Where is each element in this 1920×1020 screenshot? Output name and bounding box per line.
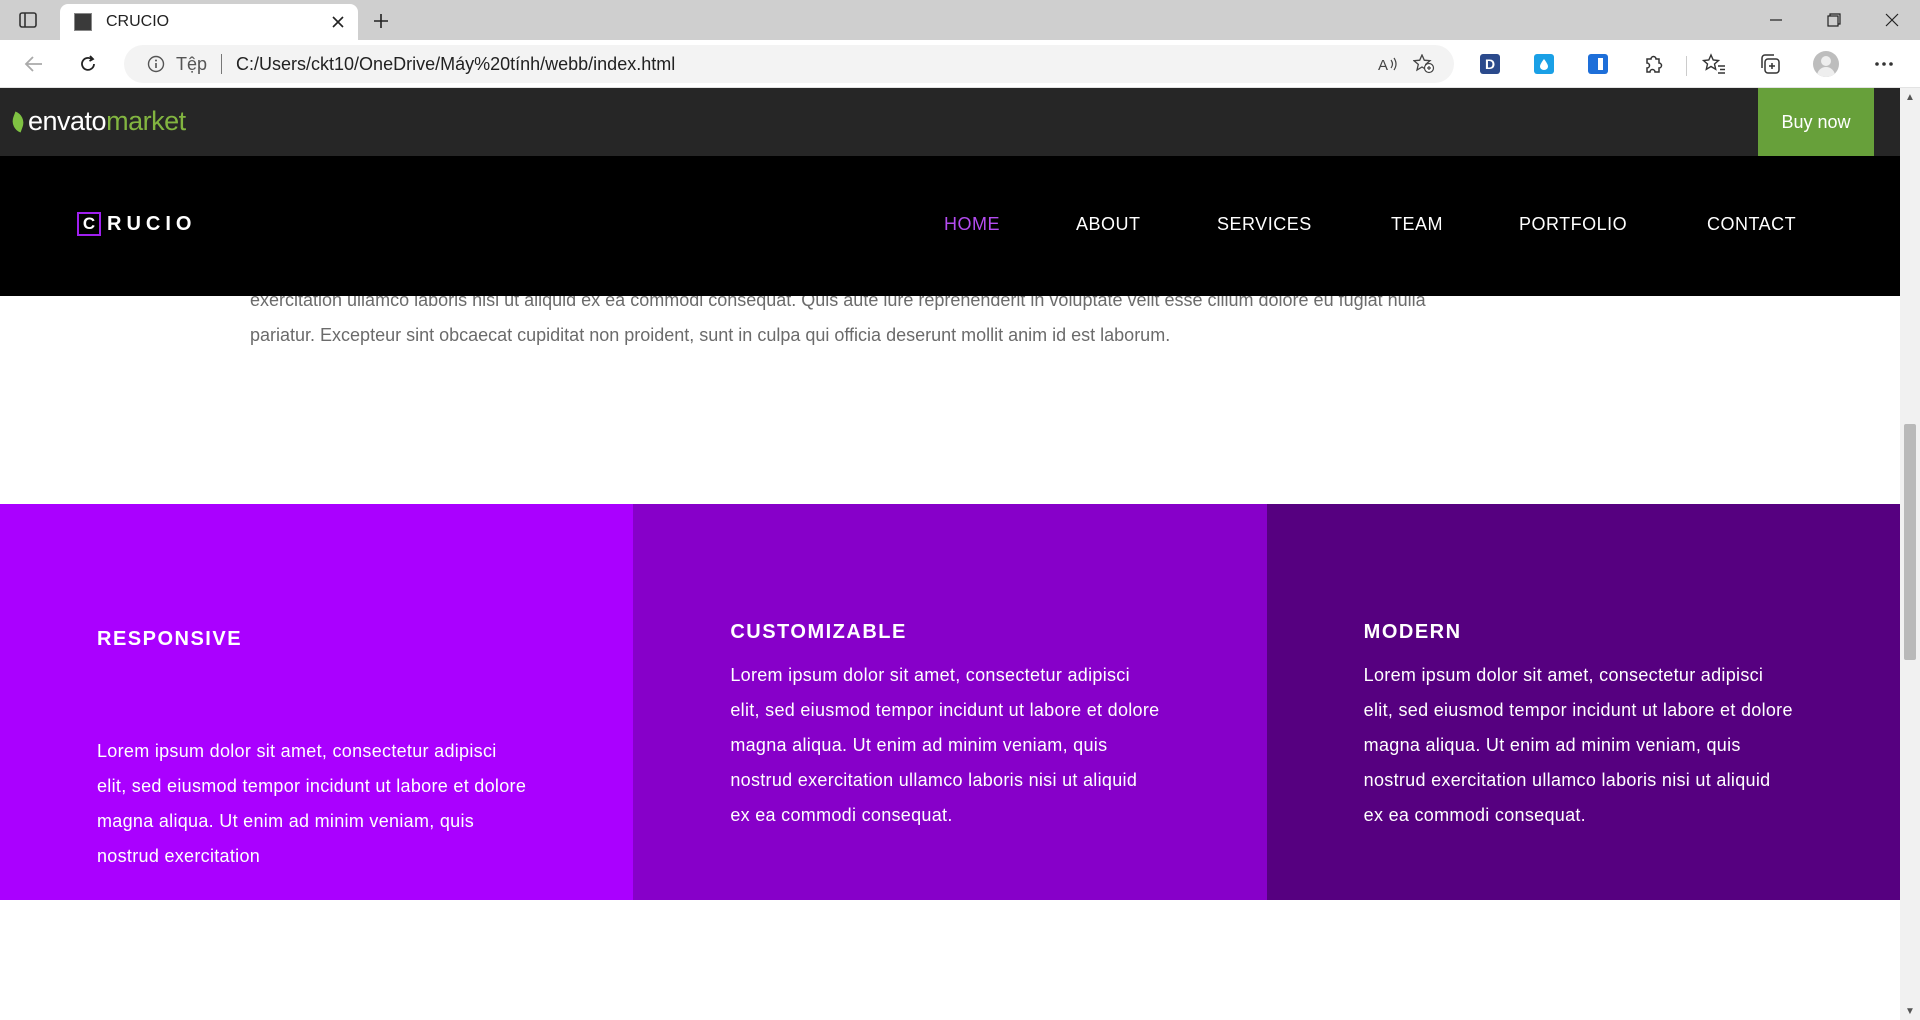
minimize-icon[interactable] [1748,0,1804,40]
extension-d-icon[interactable]: D [1472,48,1508,80]
scroll-thumb[interactable] [1904,424,1916,660]
intro-line-2: pariatur. Excepteur sint obcaecat cupidi… [250,325,1171,345]
close-window-icon[interactable] [1864,0,1920,40]
nav-home[interactable]: HOME [944,214,1000,235]
feature-title: MODERN [1363,621,1462,643]
restore-icon[interactable] [1806,0,1862,40]
site-header: C RUCIO HOME ABOUT SERVICES TEAM PORTFOL… [0,156,1900,296]
more-menu-icon[interactable] [1866,48,1902,80]
feature-responsive: RESPONSIVE Lorem ipsum dolor sit amet, c… [0,504,634,900]
envato-logo-text: envato [28,106,107,136]
drop-badge [1534,54,1554,74]
feature-text: Lorem ipsum dolor sit amet, consectetur … [1363,665,1793,825]
browser-tab-bar: CRUCIO [0,0,1920,40]
feature-text: Lorem ipsum dolor sit amet, consectetur … [730,665,1160,825]
envato-leaf-icon [9,110,27,133]
page-scrollbar[interactable]: ▲ ▼ [1900,88,1920,1020]
tab-title: CRUCIO [106,13,170,30]
browser-tab[interactable]: CRUCIO [60,4,358,40]
address-separator [221,54,223,74]
envato-bar: envato market Buy now [0,88,1900,156]
nav-contact[interactable]: CONTACT [1707,214,1796,235]
extensions-puzzle-icon[interactable] [1636,48,1672,80]
feature-title: CUSTOMIZABLE [730,621,907,643]
toolbar-separator [1686,56,1687,76]
features-section: RESPONSIVE Lorem ipsum dolor sit amet, c… [0,504,1900,900]
add-favorite-icon[interactable] [1406,48,1442,80]
logo-letter: C [77,212,101,236]
reload-icon[interactable] [70,48,106,80]
logo-text: RUCIO [107,212,197,235]
nav-team[interactable]: TEAM [1391,214,1443,235]
info-icon[interactable] [146,54,166,74]
collections-icon[interactable] [1752,48,1788,80]
feature-customizable: CUSTOMIZABLE Lorem ipsum dolor sit amet,… [633,504,1267,900]
svg-text:A: A [1378,57,1388,73]
profile-avatar [1813,51,1839,77]
envato-market-logo[interactable]: envato market [9,106,186,137]
favorites-icon[interactable] [1696,48,1732,80]
address-bar[interactable]: Tệp C:/Users/ckt10/OneDrive/Máy%20tính/w… [124,45,1454,83]
feature-text: Lorem ipsum dolor sit amet, consectetur … [97,741,527,866]
browser-toolbar: Tệp C:/Users/ckt10/OneDrive/Máy%20tính/w… [0,40,1920,88]
back-icon[interactable] [16,48,52,80]
close-tab-icon[interactable] [324,8,352,36]
crucio-logo[interactable]: C RUCIO [77,212,196,236]
extension-drop-icon[interactable] [1526,48,1562,80]
feature-title: RESPONSIVE [97,628,243,650]
read-aloud-icon[interactable]: A [1370,48,1406,80]
scroll-up-icon[interactable]: ▲ [1900,88,1920,106]
market-logo-text: market [106,106,186,136]
site-label: Tệp [176,53,208,74]
profile-icon[interactable] [1808,48,1844,80]
page-viewport: exercitation ullamco laboris nisi ut ali… [0,88,1900,1020]
nav-services[interactable]: SERVICES [1217,214,1312,235]
buy-now-button[interactable]: Buy now [1758,88,1874,156]
feature-modern: MODERN Lorem ipsum dolor sit amet, conse… [1266,504,1900,900]
site-favicon-icon [74,13,92,31]
book-badge [1588,54,1608,74]
nav-portfolio[interactable]: PORTFOLIO [1519,214,1627,235]
extension-book-icon[interactable] [1580,48,1616,80]
tab-actions-icon[interactable] [14,8,42,32]
url-text[interactable]: C:/Users/ckt10/OneDrive/Máy%20tính/webb/… [236,54,1370,75]
scroll-down-icon[interactable]: ▼ [1900,1002,1920,1020]
extension-d-badge: D [1480,54,1500,74]
new-tab-icon[interactable] [366,6,396,36]
nav-about[interactable]: ABOUT [1076,214,1141,235]
